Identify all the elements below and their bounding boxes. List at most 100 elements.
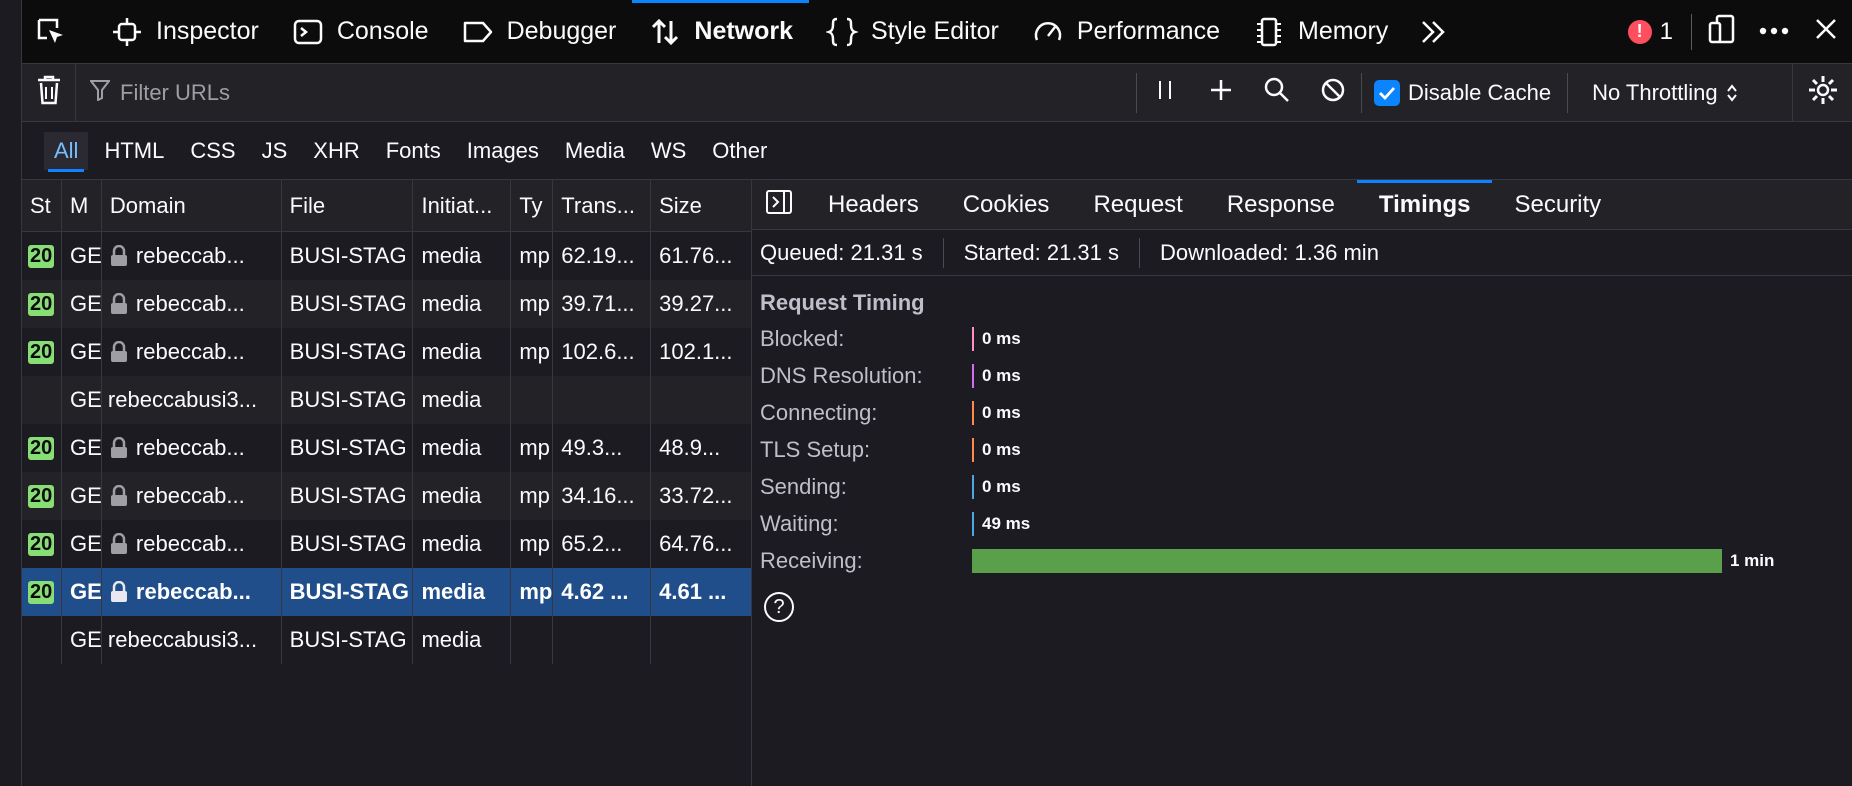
options-menu-button[interactable] <box>1748 0 1800 64</box>
tab-headers[interactable]: Headers <box>806 180 941 230</box>
timing-summary: Queued: 21.31 s Started: 21.31 s Downloa… <box>752 230 1852 276</box>
tab-performance[interactable]: Performance <box>1015 0 1236 64</box>
style-editor-icon <box>825 15 859 49</box>
table-row[interactable]: GE rebeccabusi3... BUSI-STAG media <box>22 616 751 664</box>
more-tools-button[interactable] <box>1404 0 1474 64</box>
tab-request[interactable]: Request <box>1071 180 1204 230</box>
table-row[interactable]: GE rebeccabusi3... BUSI-STAG media <box>22 376 751 424</box>
column-initiator[interactable]: Initiat... <box>413 180 512 231</box>
tab-response[interactable]: Response <box>1205 180 1357 230</box>
filter-urls-field[interactable] <box>76 64 1136 122</box>
table-row[interactable]: 20 GE rebeccab... BUSI-STAG media mp 34.16... 3… <box>22 472 751 520</box>
method-cell: GE <box>62 424 102 472</box>
domain-text: rebeccab... <box>135 483 245 508</box>
column-transferred[interactable]: Trans... <box>553 180 652 231</box>
network-filter-bar: Disable Cache No Throttling <box>22 63 1852 122</box>
tab-label: Debugger <box>506 17 617 45</box>
table-row[interactable]: 20 GE rebeccab... BUSI-STAG media mp 62.19... 6… <box>22 232 751 280</box>
column-domain[interactable]: Domain <box>102 180 282 231</box>
method-cell: GE <box>62 616 102 664</box>
status-badge: 20 <box>28 580 55 604</box>
tab-inspector[interactable]: Inspector <box>94 0 275 64</box>
table-row[interactable]: 20 GE rebeccab... BUSI-STAG media mp 39.71... 3… <box>22 280 751 328</box>
filter-urls-input[interactable] <box>118 78 1018 107</box>
trash-icon <box>36 74 62 111</box>
request-list: St M Domain File Initiat... Ty Trans... … <box>22 180 752 786</box>
disable-cache-checkbox[interactable]: Disable Cache <box>1362 79 1567 106</box>
domain-cell: rebeccabusi3... <box>102 616 282 664</box>
initiator-cell: media <box>413 520 512 568</box>
file-cell: BUSI-STAG <box>282 424 414 472</box>
element-picker-icon <box>34 15 68 49</box>
type-filter-js[interactable]: JS <box>252 132 298 170</box>
timing-bar-track: 1 min <box>972 548 1842 573</box>
element-picker-button[interactable] <box>22 0 94 64</box>
search-button[interactable] <box>1249 64 1305 122</box>
double-chevron-right-icon <box>1416 15 1450 49</box>
lock-icon <box>110 293 128 315</box>
column-size[interactable]: Size <box>651 180 751 231</box>
tab-memory[interactable]: Memory <box>1236 0 1404 64</box>
table-row[interactable]: 20 GE rebeccab... BUSI-STAG media mp 49.3... 48… <box>22 424 751 472</box>
console-icon <box>291 15 325 49</box>
pause-recording-button[interactable] <box>1137 64 1193 122</box>
type-filter-all[interactable]: All <box>44 131 89 172</box>
clear-requests-button[interactable] <box>22 63 76 122</box>
column-method[interactable]: M <box>62 180 102 231</box>
toggle-panel-button[interactable] <box>752 180 806 230</box>
tab-console[interactable]: Console <box>275 0 445 64</box>
block-requests-button[interactable] <box>1305 64 1361 122</box>
tab-style-editor[interactable]: Style Editor <box>809 0 1015 64</box>
started-time: Started: 21.31 s <box>963 239 1120 265</box>
column-status[interactable]: St <box>22 180 62 231</box>
error-count-button[interactable]: ! 1 <box>1614 18 1687 46</box>
new-request-button[interactable] <box>1193 64 1249 122</box>
type-filter-media[interactable]: Media <box>555 132 635 170</box>
lock-icon <box>110 245 128 267</box>
domain-cell: rebeccab... <box>102 472 282 520</box>
tab-cookies[interactable]: Cookies <box>941 180 1072 230</box>
timing-value: 0 ms <box>982 439 1021 459</box>
status-cell: 20 <box>22 280 62 328</box>
type-filter-css[interactable]: CSS <box>180 132 245 170</box>
type-filter-ws[interactable]: WS <box>641 132 696 170</box>
summary-divider <box>1139 237 1141 268</box>
checkmark-icon[interactable] <box>1374 79 1400 106</box>
network-settings-button[interactable] <box>1792 63 1852 122</box>
initiator-cell: media <box>413 280 512 328</box>
status-cell: 20 <box>22 472 62 520</box>
type-filter-fonts[interactable]: Fonts <box>376 132 451 170</box>
help-icon[interactable]: ? <box>764 592 794 622</box>
type-filter-html[interactable]: HTML <box>94 132 174 170</box>
responsive-design-button[interactable] <box>1696 0 1748 64</box>
table-row[interactable]: 20 GE rebeccab... BUSI-STAG media mp 102.6... 1… <box>22 328 751 376</box>
devtools-toolbar: Inspector Console Debugger Network Style… <box>22 0 1852 64</box>
throttling-select[interactable]: No Throttling <box>1568 80 1762 106</box>
type-filter-xhr[interactable]: XHR <box>303 132 369 170</box>
status-cell: 20 <box>22 232 62 280</box>
column-file[interactable]: File <box>282 180 414 231</box>
type-filter-other[interactable]: Other <box>702 132 777 170</box>
status-cell: 20 <box>22 328 62 376</box>
size-cell: 64.76... <box>659 531 733 556</box>
tab-network[interactable]: Network <box>632 0 809 64</box>
summary-divider <box>942 237 944 268</box>
type-filter-images[interactable]: Images <box>457 132 549 170</box>
table-row[interactable]: 20 GE rebeccab... BUSI-STAG media mp 4.62 ... 4… <box>22 568 751 616</box>
tab-timings[interactable]: Timings <box>1356 179 1493 230</box>
initiator-cell: media <box>413 424 512 472</box>
table-row[interactable]: 20 GE rebeccab... BUSI-STAG media mp 65.2... 64… <box>22 520 751 568</box>
sidebar-toggle-icon <box>765 189 793 220</box>
timing-bar-track: 0 ms <box>972 326 1842 351</box>
size-cell: 4.61 ... <box>659 579 727 604</box>
tab-debugger[interactable]: Debugger <box>445 0 633 64</box>
initiator-cell: media <box>413 472 512 520</box>
tab-security[interactable]: Security <box>1492 180 1623 230</box>
filter-icon <box>88 79 112 106</box>
timing-bar-track: 0 ms <box>972 474 1842 499</box>
tab-label: Performance <box>1076 17 1220 45</box>
method-cell: GE <box>62 328 102 376</box>
column-type[interactable]: Ty <box>511 180 554 231</box>
close-devtools-button[interactable] <box>1800 0 1852 64</box>
tab-label: Inspector <box>156 17 259 45</box>
